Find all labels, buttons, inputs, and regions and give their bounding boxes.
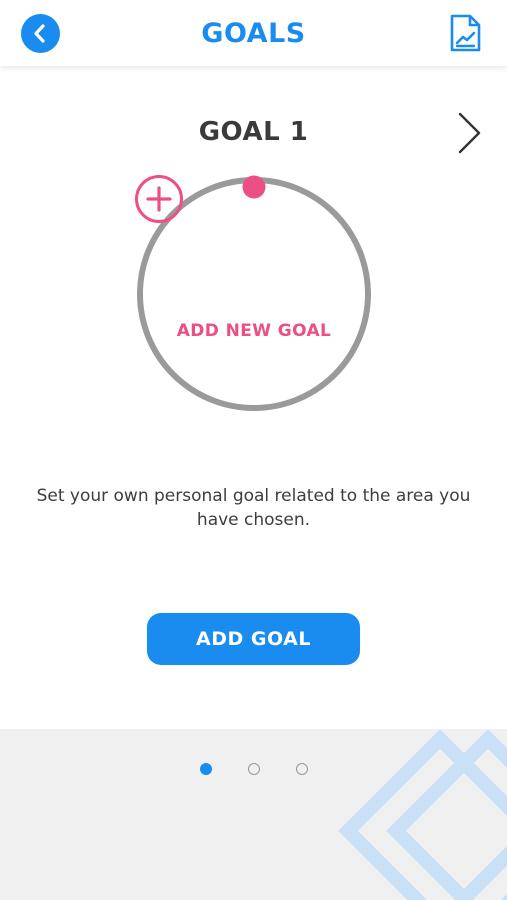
plus-circle-icon — [135, 175, 183, 223]
page-title: GOALS — [201, 18, 306, 49]
progress-marker — [242, 175, 266, 199]
goal-description: Set your own personal goal related to th… — [36, 486, 471, 530]
add-new-goal-ring[interactable]: ADD NEW GOAL — [134, 174, 374, 414]
page-dot-3[interactable] — [296, 763, 308, 775]
chevron-right-icon — [458, 112, 481, 154]
add-goal-button[interactable]: ADD GOAL — [147, 613, 360, 665]
goal-title: GOAL 1 — [198, 117, 309, 147]
page-dot-2[interactable] — [248, 763, 260, 775]
decorative-diamond-shapes — [338, 729, 507, 900]
page-dot-1[interactable] — [200, 763, 212, 775]
report-chart-icon — [450, 14, 481, 52]
header-bar: GOALS — [0, 0, 507, 66]
report-button[interactable] — [446, 13, 484, 53]
add-new-goal-label: ADD NEW GOAL — [176, 321, 332, 341]
next-goal-button[interactable] — [452, 110, 486, 156]
bottom-panel — [0, 729, 507, 900]
